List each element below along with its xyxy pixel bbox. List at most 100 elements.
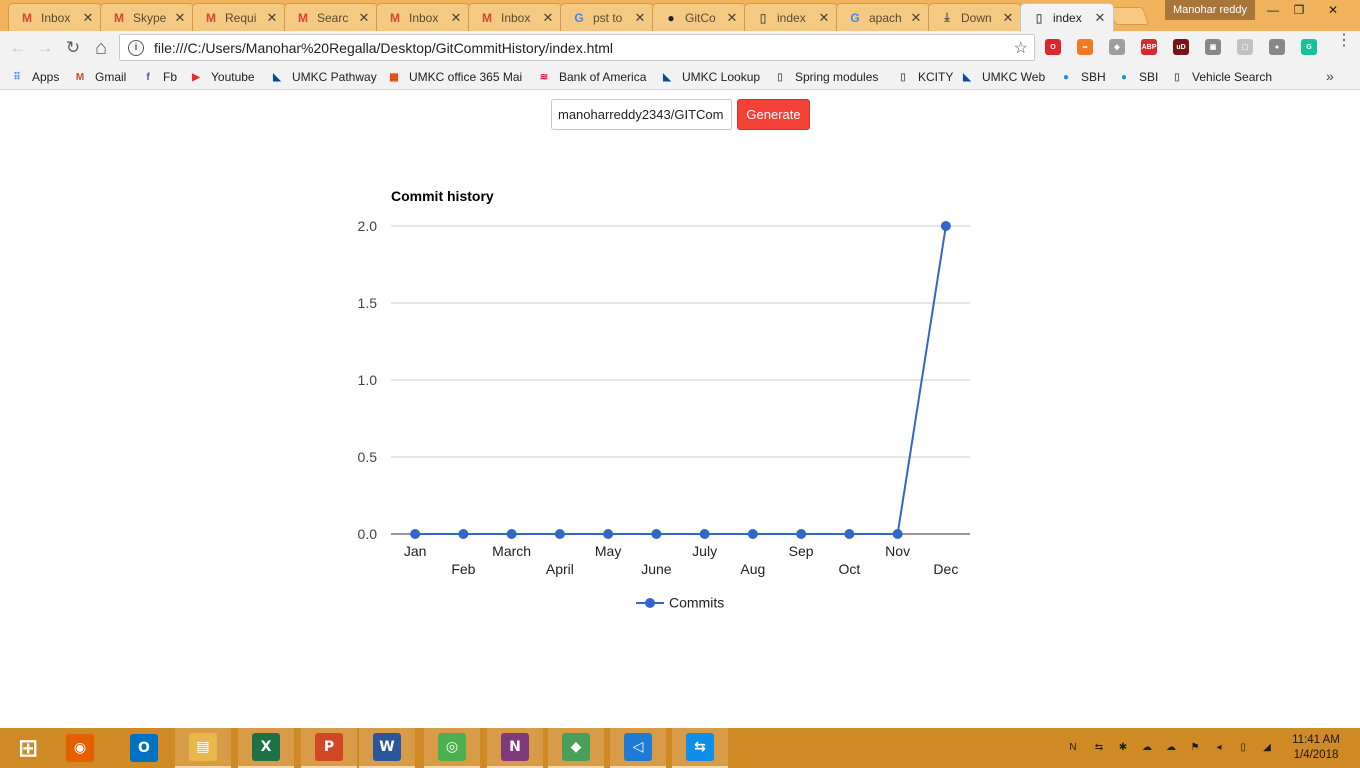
adblock-icon[interactable]: ABP bbox=[1141, 39, 1157, 55]
bookmark-kcity[interactable]: ▯ KCITY bbox=[896, 68, 953, 86]
data-point-may[interactable] bbox=[603, 529, 614, 539]
onedrive-icon[interactable]: ☁ bbox=[1140, 740, 1154, 754]
info-icon[interactable]: i bbox=[128, 39, 144, 56]
tab-close-icon[interactable]: ✕ bbox=[725, 10, 739, 26]
forward-button[interactable]: → bbox=[34, 37, 56, 59]
wifi-icon[interactable]: ◢ bbox=[1260, 740, 1274, 754]
tab-close-icon[interactable]: ✕ bbox=[541, 10, 555, 26]
infinity-icon[interactable]: ∞ bbox=[1077, 39, 1093, 55]
data-point-oct[interactable] bbox=[844, 529, 855, 539]
data-point-aug[interactable] bbox=[747, 529, 758, 539]
tab-1[interactable]: M Inbox ✕ bbox=[8, 3, 102, 31]
data-point-june[interactable] bbox=[651, 529, 662, 539]
bookmark-apps[interactable]: ⠿ Apps bbox=[10, 68, 59, 86]
ublock-icon[interactable]: uD bbox=[1173, 39, 1189, 55]
reload-button[interactable]: ↻ bbox=[62, 37, 84, 59]
bookmark-umkc-pathway[interactable]: ◣ UMKC Pathway bbox=[270, 68, 377, 86]
tab-close-icon[interactable]: ✕ bbox=[909, 10, 923, 26]
tab-close-icon[interactable]: ✕ bbox=[633, 10, 647, 26]
tab-10[interactable]: Gapach ✕ bbox=[836, 3, 930, 31]
bookmark-star-icon[interactable]: ☆ bbox=[1014, 38, 1028, 58]
powerpoint-taskbar-button[interactable]: P bbox=[301, 728, 357, 768]
tab-close-icon[interactable]: ✕ bbox=[265, 10, 279, 26]
url-text[interactable]: file:///C:/Users/Manohar%20Regalla/Deskt… bbox=[154, 40, 1014, 56]
tab-close-icon[interactable]: ✕ bbox=[1001, 10, 1015, 26]
tab-11[interactable]: ⤓ Down ✕ bbox=[928, 3, 1022, 31]
bookmark-umkc-web[interactable]: ◣ UMKC Web bbox=[960, 68, 1045, 86]
tab-title: Searc bbox=[317, 10, 349, 25]
sourcetree-taskbar-button[interactable]: ◆ bbox=[548, 728, 604, 768]
tab-12[interactable]: ▯ index ✕ bbox=[1020, 3, 1114, 32]
bookmark-bank-of-america[interactable]: ≋ Bank of America bbox=[537, 68, 647, 86]
new-tab-button[interactable] bbox=[1108, 7, 1150, 25]
system-clock[interactable]: 11:41 AM 1/4/2018 bbox=[1284, 733, 1348, 763]
onedrive-business-icon[interactable]: ☁ bbox=[1164, 740, 1178, 754]
apps-icon: ⠿ bbox=[13, 71, 21, 83]
battery-icon[interactable]: ▯ bbox=[1236, 740, 1250, 754]
tab-close-icon[interactable]: ✕ bbox=[817, 10, 831, 26]
file-explorer-taskbar-button[interactable]: ▤ bbox=[175, 728, 231, 768]
pdf-icon[interactable]: ⬚ bbox=[1237, 39, 1253, 55]
outlook-taskbar-button[interactable]: O bbox=[116, 728, 172, 768]
bookmarks-overflow-button[interactable]: » bbox=[1326, 68, 1334, 84]
address-bar[interactable]: i file:///C:/Users/Manohar%20Regalla/Des… bbox=[119, 34, 1035, 61]
restore-button[interactable]: ❐ bbox=[1282, 0, 1316, 20]
start-taskbar-button[interactable]: ⊞ bbox=[0, 728, 56, 768]
bookmark-sbh[interactable]: ● SBH bbox=[1059, 68, 1106, 86]
word-taskbar-button[interactable]: W bbox=[359, 728, 415, 768]
tab-7[interactable]: Gpst to ✕ bbox=[560, 3, 654, 31]
tab-close-icon[interactable]: ✕ bbox=[173, 10, 187, 26]
teamviewer-tray-icon[interactable]: ⇆ bbox=[1092, 740, 1106, 754]
close-window-button[interactable]: ✕ bbox=[1316, 0, 1350, 20]
bookmark-spring-modules[interactable]: ▯ Spring modules bbox=[773, 68, 878, 86]
app-tray-icon[interactable]: ✱ bbox=[1116, 740, 1130, 754]
bookmark-umkc-office-365-mai[interactable]: ▦ UMKC office 365 Mai bbox=[387, 68, 522, 86]
back-button[interactable]: ← bbox=[7, 37, 29, 59]
shield-icon[interactable]: ● bbox=[1269, 39, 1285, 55]
chrome-taskbar-button[interactable]: ◎ bbox=[424, 728, 480, 768]
extension-icon[interactable]: ▣ bbox=[1205, 39, 1221, 55]
firefox-taskbar-button[interactable]: ◉ bbox=[52, 728, 108, 768]
bookmark-gmail[interactable]: M Gmail bbox=[73, 68, 127, 86]
bookmark-youtube[interactable]: ▶ Youtube bbox=[189, 68, 254, 86]
opera-icon[interactable]: O bbox=[1045, 39, 1061, 55]
onenote-tray-icon[interactable]: N bbox=[1066, 740, 1080, 754]
tab-close-icon[interactable]: ✕ bbox=[81, 10, 95, 26]
tab-4[interactable]: M Searc ✕ bbox=[284, 3, 378, 31]
excel-taskbar-button[interactable]: X bbox=[238, 728, 294, 768]
tab-6[interactable]: M Inbox ✕ bbox=[468, 3, 562, 31]
data-point-jan[interactable] bbox=[410, 529, 421, 539]
tab-close-icon[interactable]: ✕ bbox=[1093, 10, 1107, 26]
bookmark-sbi[interactable]: ● SBI bbox=[1117, 68, 1158, 86]
cube-icon[interactable]: ◆ bbox=[1109, 39, 1125, 55]
onenote-icon: N bbox=[501, 733, 529, 761]
network-warning-icon[interactable]: ⚑ bbox=[1188, 740, 1202, 754]
vscode-taskbar-button[interactable]: ◁ bbox=[610, 728, 666, 768]
data-point-sep[interactable] bbox=[796, 529, 807, 539]
data-point-march[interactable] bbox=[506, 529, 517, 539]
data-point-april[interactable] bbox=[554, 529, 565, 539]
profile-button[interactable]: Manohar reddy bbox=[1165, 0, 1255, 20]
data-point-july[interactable] bbox=[699, 529, 710, 539]
bookmark-umkc-lookup[interactable]: ◣ UMKC Lookup bbox=[660, 68, 760, 86]
tab-3[interactable]: M Requi ✕ bbox=[192, 3, 286, 31]
data-point-nov[interactable] bbox=[892, 529, 903, 539]
chrome-menu-icon[interactable]: ⋮ bbox=[1336, 33, 1352, 49]
teamviewer-taskbar-button[interactable]: ⇆ bbox=[672, 728, 728, 768]
tab-close-icon[interactable]: ✕ bbox=[357, 10, 371, 26]
bookmark-fb[interactable]: f Fb bbox=[141, 68, 177, 86]
gmail-icon: M bbox=[298, 10, 308, 25]
home-button[interactable]: ⌂ bbox=[90, 37, 112, 59]
grammarly-icon[interactable]: G bbox=[1301, 39, 1317, 55]
x-tick-label: June bbox=[641, 561, 672, 577]
tab-5[interactable]: M Inbox ✕ bbox=[376, 3, 470, 31]
volume-icon[interactable]: ◂ bbox=[1212, 740, 1226, 754]
tab-close-icon[interactable]: ✕ bbox=[449, 10, 463, 26]
tab-9[interactable]: ▯ index ✕ bbox=[744, 3, 838, 31]
data-point-feb[interactable] bbox=[458, 529, 469, 539]
data-point-dec[interactable] bbox=[940, 221, 951, 231]
onenote-taskbar-button[interactable]: N bbox=[487, 728, 543, 768]
tab-8[interactable]: ● GitCo ✕ bbox=[652, 3, 746, 31]
tab-2[interactable]: M Skype ✕ bbox=[100, 3, 194, 31]
bookmark-vehicle-search[interactable]: ▯ Vehicle Search bbox=[1170, 68, 1272, 86]
